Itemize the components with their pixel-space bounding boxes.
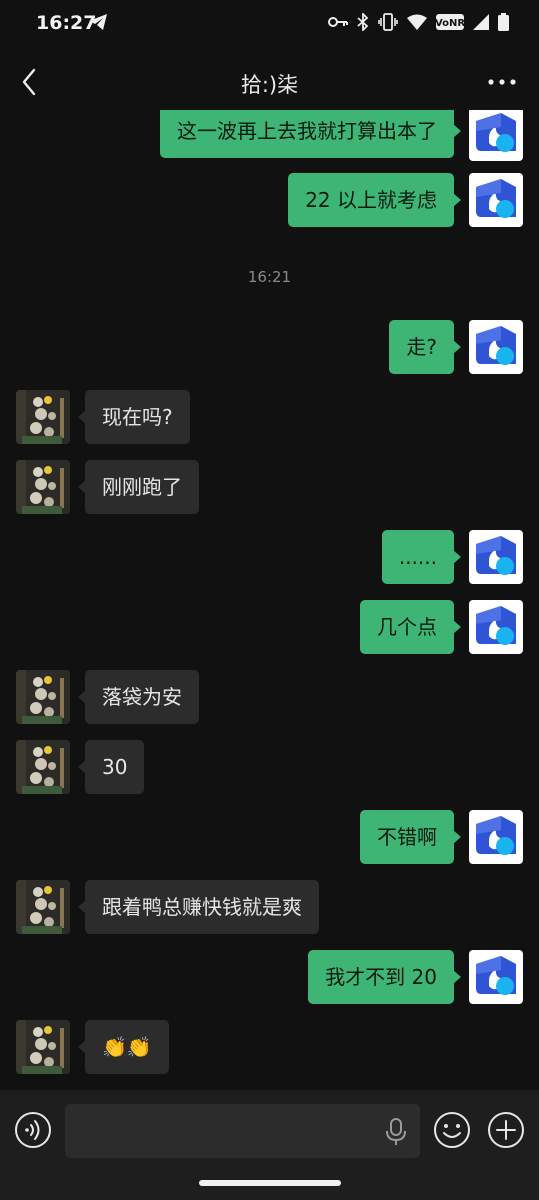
input-bar bbox=[0, 1090, 539, 1172]
message-bubble-mine[interactable]: 22 以上就考虑 bbox=[288, 173, 461, 227]
message-input[interactable] bbox=[65, 1104, 420, 1158]
wifi-icon bbox=[407, 14, 427, 30]
voice-toggle-icon bbox=[15, 1112, 51, 1148]
plus-icon bbox=[488, 1112, 524, 1148]
emoji-button[interactable] bbox=[433, 1111, 471, 1149]
my-avatar[interactable] bbox=[469, 173, 523, 227]
battery-icon bbox=[498, 13, 509, 31]
contact-avatar[interactable] bbox=[16, 740, 70, 794]
contact-avatar[interactable] bbox=[16, 670, 70, 724]
voice-toggle-button[interactable] bbox=[14, 1111, 52, 1149]
my-avatar[interactable] bbox=[469, 320, 523, 374]
chat-header: 拾:)柒 bbox=[0, 56, 539, 110]
message-bubble-mine[interactable]: 这一波再上去我就打算出本了 bbox=[160, 110, 461, 158]
message-bubble-theirs[interactable]: 刚刚跑了 bbox=[78, 460, 199, 514]
timestamp-divider: 16:21 bbox=[247, 268, 292, 286]
status-icons: VoNR bbox=[328, 13, 509, 31]
message-bubble-theirs[interactable]: 跟着鸭总赚快钱就是爽 bbox=[78, 880, 319, 934]
message-bubble-theirs[interactable]: 落袋为安 bbox=[78, 670, 199, 724]
bluetooth-icon bbox=[357, 13, 369, 31]
contact-avatar[interactable] bbox=[16, 880, 70, 934]
my-avatar[interactable] bbox=[469, 110, 523, 161]
message-bubble-theirs[interactable]: 30 bbox=[77, 740, 145, 794]
mic-icon[interactable] bbox=[384, 1117, 408, 1147]
my-avatar[interactable] bbox=[469, 530, 523, 584]
more-icon bbox=[488, 79, 516, 85]
message-bubble-mine[interactable]: 我才不到 20 bbox=[308, 950, 461, 1004]
signal-icon bbox=[473, 14, 489, 30]
bottom-panel-peek bbox=[0, 1172, 539, 1200]
telegram-icon bbox=[88, 13, 108, 35]
svg-text:VoNR: VoNR bbox=[436, 18, 464, 29]
chat-title: 拾:)柒 bbox=[240, 73, 299, 97]
contact-avatar[interactable] bbox=[16, 1020, 70, 1074]
message-bubble-mine[interactable]: 走? bbox=[389, 320, 461, 374]
my-avatar[interactable] bbox=[469, 950, 523, 1004]
chat-screen: 16:27 VoNR 拾:)柒 这一波再上去我就打算出本了 22 以上就考虑 1… bbox=[0, 0, 539, 1200]
message-bubble-mine[interactable]: 不错啊 bbox=[360, 810, 461, 864]
key-icon bbox=[328, 15, 348, 29]
home-indicator[interactable] bbox=[199, 1180, 341, 1186]
message-bubble-theirs[interactable]: 👏👏 bbox=[78, 1020, 169, 1074]
my-avatar[interactable] bbox=[469, 810, 523, 864]
contact-avatar[interactable] bbox=[16, 390, 70, 444]
status-bar: 16:27 VoNR bbox=[0, 0, 539, 50]
plus-button[interactable] bbox=[487, 1111, 525, 1149]
message-list[interactable]: 这一波再上去我就打算出本了 22 以上就考虑 16:21 走? 现在吗? 刚刚跑… bbox=[0, 110, 539, 1090]
my-avatar[interactable] bbox=[469, 600, 523, 654]
vibrate-icon bbox=[378, 13, 398, 31]
message-bubble-theirs[interactable]: 现在吗? bbox=[78, 390, 190, 444]
message-bubble-mine[interactable]: 几个点 bbox=[360, 600, 461, 654]
contact-avatar[interactable] bbox=[16, 460, 70, 514]
volte-icon: VoNR bbox=[436, 14, 464, 30]
message-bubble-mine[interactable]: ...... bbox=[381, 530, 462, 584]
more-button[interactable] bbox=[487, 72, 517, 92]
emoji-icon bbox=[434, 1112, 470, 1148]
